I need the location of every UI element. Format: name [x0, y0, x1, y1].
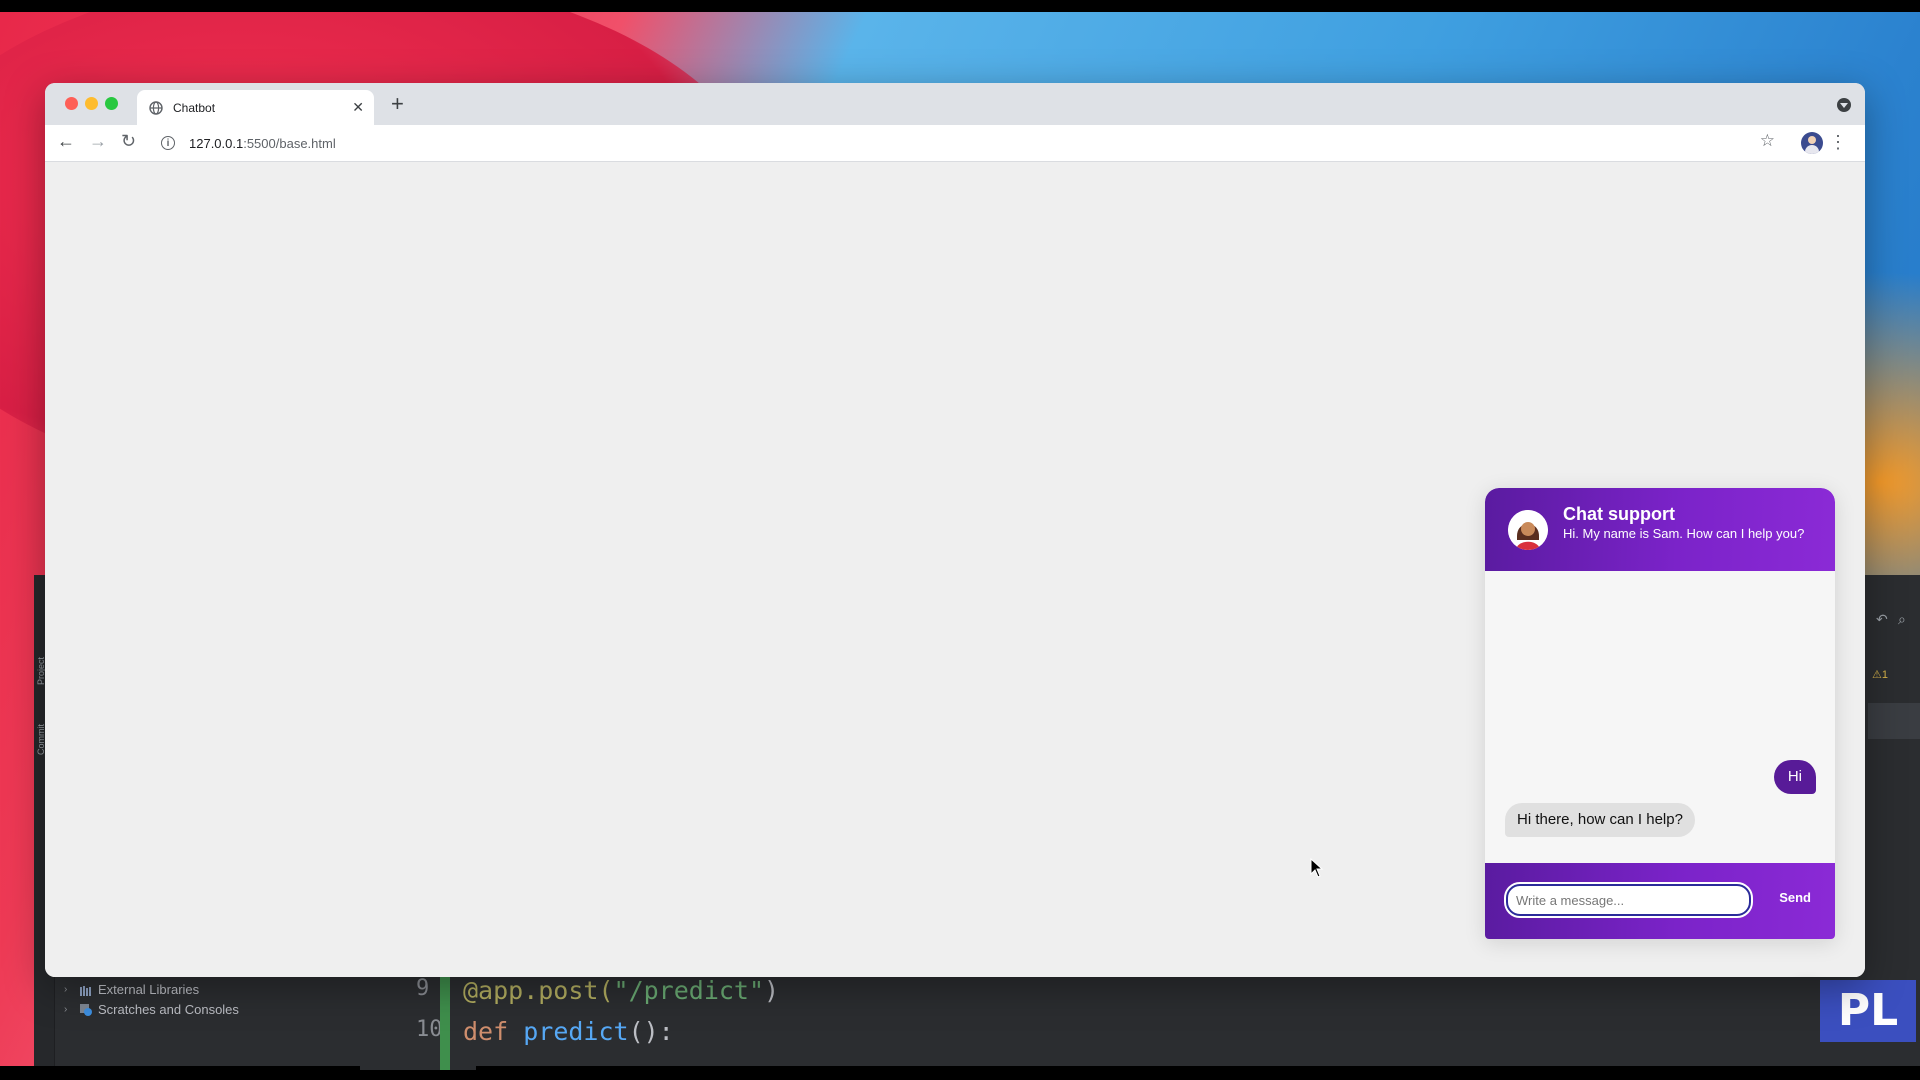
vcs-change-marker	[440, 970, 450, 1070]
line-number: 9	[416, 976, 430, 1001]
selected-row-highlight	[1868, 703, 1920, 739]
warning-count: 1	[1881, 669, 1888, 681]
tab-search-icon[interactable]	[1837, 98, 1851, 112]
send-button[interactable]: Send	[1771, 886, 1819, 909]
url-text[interactable]: 127.0.0.1:5500/base.html	[189, 136, 336, 151]
tree-item-label: External Libraries	[98, 981, 200, 997]
code-token: "/predict"	[613, 976, 765, 1005]
scratches-icon	[80, 1004, 92, 1016]
chevron-right-icon[interactable]: ›	[64, 984, 74, 995]
close-tab-icon[interactable]: ✕	[352, 99, 364, 116]
code-token: ():	[628, 1017, 674, 1046]
globe-icon	[149, 100, 163, 115]
profile-avatar[interactable]	[1801, 132, 1823, 154]
search-icon[interactable]: ⌕	[1898, 611, 1906, 628]
window-minimize-button[interactable]	[85, 97, 98, 110]
library-icon	[80, 984, 92, 996]
code-editor[interactable]: @app.post("/predict") def predict():	[463, 970, 779, 1052]
chevron-right-icon[interactable]: ›	[64, 1004, 74, 1015]
line-number: 10	[416, 1017, 443, 1042]
user-message: Hi	[1773, 760, 1816, 794]
support-agent-avatar	[1508, 510, 1548, 550]
back-arrow-icon[interactable]: ←	[57, 131, 75, 152]
browser-toolbar: ← → ↻ i 127.0.0.1:5500/base.html ☆ ⋮	[45, 125, 1865, 162]
chat-header: Chat support Hi. My name is Sam. How can…	[1485, 488, 1835, 571]
chat-footer: Send	[1485, 863, 1835, 939]
forward-arrow-icon[interactable]: →	[89, 131, 107, 152]
code-token: @app.post(	[463, 976, 614, 1005]
address-bar[interactable]: i 127.0.0.1:5500/base.html	[155, 129, 1805, 157]
page-content: Chat support Hi. My name is Sam. How can…	[45, 162, 1865, 977]
line-number-gutter: 9 10	[360, 970, 476, 1070]
new-tab-button[interactable]: +	[391, 91, 404, 117]
more-menu-icon[interactable]: ⋮	[1829, 131, 1847, 153]
warning-indicator[interactable]: ⚠1	[1872, 668, 1888, 681]
window-zoom-button[interactable]	[105, 97, 118, 110]
site-info-icon[interactable]: i	[161, 136, 175, 150]
code-token: def	[463, 1017, 524, 1046]
project-tree: › External Libraries › Scratches and Con…	[64, 979, 384, 1019]
tab-title: Chatbot	[173, 100, 216, 115]
bookmark-star-icon[interactable]: ☆	[1760, 131, 1775, 151]
tree-item-scratches[interactable]: › Scratches and Consoles	[64, 999, 384, 1019]
mouse-cursor-icon	[1310, 858, 1324, 878]
chat-title: Chat support	[1563, 504, 1675, 524]
url-host: 127.0.0.1	[189, 135, 244, 151]
undo-icon[interactable]: ↶	[1876, 611, 1888, 628]
chat-messages: Hi Hi there, how can I help?	[1485, 571, 1835, 863]
chat-support-window: Chat support Hi. My name is Sam. How can…	[1485, 488, 1835, 939]
tab-bar: Chatbot ✕ +	[45, 83, 1865, 125]
reload-icon[interactable]: ↻	[121, 131, 136, 152]
code-token: predict	[523, 1017, 629, 1046]
window-close-button[interactable]	[65, 97, 78, 110]
bot-message: Hi there, how can I help?	[1505, 803, 1695, 837]
message-input[interactable]	[1504, 882, 1753, 918]
tree-item-external-libraries[interactable]: › External Libraries	[64, 979, 384, 999]
browser-window: Chatbot ✕ + ← → ↻ i 127.0.0.1:5500/base.…	[45, 83, 1865, 977]
code-token: )	[764, 976, 780, 1005]
url-path: :5500/base.html	[243, 135, 336, 151]
chat-subtitle: Hi. My name is Sam. How can I help you?	[1563, 526, 1805, 541]
tab-chatbot[interactable]: Chatbot ✕	[137, 90, 374, 125]
channel-logo: PL	[1820, 980, 1916, 1042]
tree-item-label: Scratches and Consoles	[98, 1001, 239, 1017]
code-line-10: def predict():	[463, 1011, 779, 1052]
